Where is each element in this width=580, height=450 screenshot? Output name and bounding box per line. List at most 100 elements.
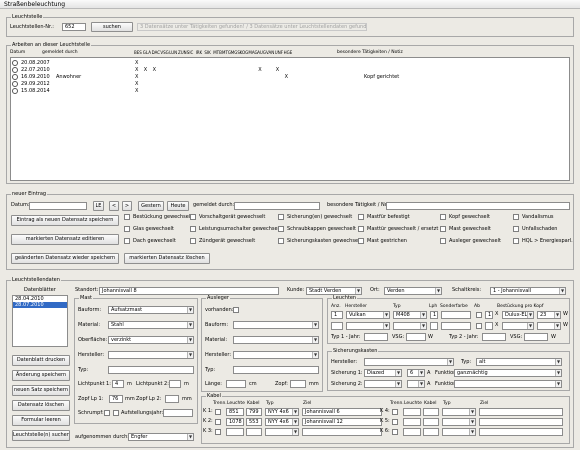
row-radio[interactable] bbox=[12, 88, 18, 94]
kabel-nr-input[interactable]: 553 bbox=[246, 418, 262, 426]
sicherung2-ampere-select[interactable]: ▼ bbox=[407, 380, 425, 388]
taetigkeit-checkbox[interactable] bbox=[278, 226, 284, 232]
leuchtstellen-nr-input[interactable]: 652 bbox=[62, 23, 86, 31]
besondere-input[interactable] bbox=[386, 202, 570, 210]
sicherung1-ampere-select[interactable]: 6 ▼ bbox=[407, 369, 425, 377]
kabel-ziel-input[interactable] bbox=[302, 428, 382, 436]
kabel-ziel-input[interactable] bbox=[479, 408, 563, 416]
chevron-down-icon[interactable]: ▼ bbox=[355, 288, 361, 294]
aufgenommen-select[interactable]: Engfer ▼ bbox=[128, 433, 194, 441]
calendar-button[interactable]: LE bbox=[93, 201, 104, 211]
ausleger-zopf-input[interactable] bbox=[290, 380, 306, 388]
eintrag-speichern-button[interactable]: Eintrag als neuen Datensatz speichern bbox=[11, 215, 119, 226]
kabel-typ-select[interactable]: ▼ bbox=[442, 428, 476, 436]
mast-oberflaeche-select[interactable]: verzinkt ▼ bbox=[108, 336, 194, 344]
taetigkeit-checkbox[interactable] bbox=[513, 238, 519, 244]
taetigkeit-checkbox[interactable] bbox=[124, 214, 130, 220]
typ1-jahr-input[interactable] bbox=[364, 333, 388, 341]
trenn-checkbox[interactable] bbox=[392, 409, 398, 415]
kunde-select[interactable]: Stadt Verden ▼ bbox=[306, 287, 362, 295]
aufstellungsjahr-input[interactable] bbox=[163, 409, 193, 417]
suchen-button[interactable]: suchen bbox=[91, 22, 133, 32]
chevron-down-icon[interactable]: ▼ bbox=[554, 323, 560, 329]
trenn-checkbox[interactable] bbox=[215, 409, 221, 415]
row-radio[interactable] bbox=[12, 81, 18, 87]
row-radio[interactable] bbox=[12, 60, 18, 66]
vsg1-input[interactable] bbox=[406, 333, 426, 341]
kabel-nr-input[interactable] bbox=[246, 428, 262, 436]
kabel-ziel-input[interactable]: Johannisvall 6 bbox=[302, 408, 382, 416]
taetigkeit-checkbox[interactable] bbox=[440, 226, 446, 232]
chevron-down-icon[interactable]: ▼ bbox=[527, 323, 533, 329]
chevron-down-icon[interactable]: ▼ bbox=[383, 323, 389, 329]
chevron-down-icon[interactable]: ▼ bbox=[395, 381, 401, 387]
laenge-input[interactable] bbox=[226, 380, 246, 388]
mast-bauform-select[interactable]: Aufsatzmast ▼ bbox=[108, 306, 194, 314]
nr1-input[interactable]: 1 bbox=[485, 311, 493, 319]
kabel-leuchte-input[interactable]: 1078 bbox=[226, 418, 244, 426]
chevron-down-icon[interactable]: ▼ bbox=[395, 370, 401, 376]
zopf1-input[interactable]: 76 bbox=[109, 395, 123, 403]
leuchten-hersteller1-select[interactable]: Vulkan ▼ bbox=[346, 311, 390, 319]
aufstellung-checkbox[interactable] bbox=[113, 410, 119, 416]
taetigkeit-checkbox[interactable] bbox=[278, 238, 284, 244]
chevron-down-icon[interactable]: ▼ bbox=[292, 419, 298, 425]
trenn-checkbox[interactable] bbox=[392, 419, 398, 425]
schaltkreis-select[interactable]: 1 - Johannisvall ▼ bbox=[490, 287, 566, 295]
lichtpunkt1-input[interactable]: 4 bbox=[112, 380, 124, 388]
lph2-input[interactable] bbox=[430, 322, 438, 330]
bestueckung1-select[interactable]: Dulux-EL ▼ bbox=[502, 311, 534, 319]
chevron-down-icon[interactable]: ▼ bbox=[187, 352, 193, 358]
chevron-down-icon[interactable]: ▼ bbox=[187, 322, 193, 328]
nr2-input[interactable] bbox=[485, 322, 493, 330]
chevron-down-icon[interactable]: ▼ bbox=[383, 312, 389, 318]
taetigkeit-checkbox[interactable] bbox=[190, 226, 196, 232]
schrumpf-checkbox[interactable] bbox=[104, 410, 110, 416]
ort-select[interactable]: Verden ▼ bbox=[384, 287, 442, 295]
funktion2-select[interactable]: ▼ bbox=[454, 380, 562, 388]
vorhanden-checkbox[interactable] bbox=[233, 307, 239, 313]
prev-day-button[interactable]: < bbox=[109, 201, 119, 211]
sonderfarbe2-input[interactable] bbox=[441, 322, 471, 330]
taetigkeit-checkbox[interactable] bbox=[513, 226, 519, 232]
mast-typ-input[interactable] bbox=[108, 366, 194, 374]
leuchten-typ2-select[interactable]: ▼ bbox=[393, 322, 427, 330]
chevron-down-icon[interactable]: ▼ bbox=[187, 337, 193, 343]
leuchtstellen-suchen-button[interactable]: Leuchtstelle(n) suchen bbox=[12, 430, 70, 441]
chevron-down-icon[interactable]: ▼ bbox=[447, 359, 453, 365]
chevron-down-icon[interactable]: ▼ bbox=[554, 312, 560, 318]
gemeldet-input[interactable] bbox=[234, 202, 320, 210]
vsg2-input[interactable] bbox=[524, 333, 548, 341]
trenn-checkbox[interactable] bbox=[392, 429, 398, 435]
taetigkeit-checkbox[interactable] bbox=[190, 238, 196, 244]
kabel-ziel-input[interactable] bbox=[479, 428, 563, 436]
datum-input[interactable] bbox=[29, 202, 87, 210]
sicherung1-select[interactable]: Diazed ▼ bbox=[364, 369, 402, 377]
chevron-down-icon[interactable]: ▼ bbox=[312, 352, 318, 358]
leuchten-typ1-select[interactable]: M408 ▼ bbox=[393, 311, 427, 319]
trenn-checkbox[interactable] bbox=[215, 419, 221, 425]
kabel-nr-input[interactable]: 799 bbox=[246, 408, 262, 416]
taetigkeit-checkbox[interactable] bbox=[278, 214, 284, 220]
chevron-down-icon[interactable]: ▼ bbox=[435, 288, 441, 294]
row-radio[interactable] bbox=[12, 67, 18, 73]
mast-hersteller-select[interactable]: ▼ bbox=[108, 351, 194, 359]
chevron-down-icon[interactable]: ▼ bbox=[420, 312, 426, 318]
kabel-nr-input[interactable] bbox=[423, 428, 439, 436]
kabel-leuchte-input[interactable] bbox=[403, 408, 421, 416]
chevron-down-icon[interactable]: ▼ bbox=[187, 434, 193, 440]
anz2-input[interactable] bbox=[331, 322, 343, 330]
kabel-leuchte-input[interactable] bbox=[403, 418, 421, 426]
chevron-down-icon[interactable]: ▼ bbox=[312, 337, 318, 343]
chevron-down-icon[interactable]: ▼ bbox=[420, 323, 426, 329]
aenderung-speichern-button[interactable]: Änderung speichern bbox=[12, 370, 70, 381]
arbeiten-list[interactable] bbox=[10, 57, 570, 181]
ausleger-typ-input[interactable] bbox=[233, 366, 319, 374]
kabel-nr-input[interactable] bbox=[423, 418, 439, 426]
chevron-down-icon[interactable]: ▼ bbox=[469, 409, 475, 415]
trenn-checkbox[interactable] bbox=[215, 429, 221, 435]
typ2-jahr-input[interactable] bbox=[482, 333, 506, 341]
formular-leeren-button[interactable]: Formular leeren bbox=[12, 415, 70, 426]
bestueckung2-select[interactable]: ▼ bbox=[502, 322, 534, 330]
ab2-checkbox[interactable] bbox=[476, 323, 482, 329]
